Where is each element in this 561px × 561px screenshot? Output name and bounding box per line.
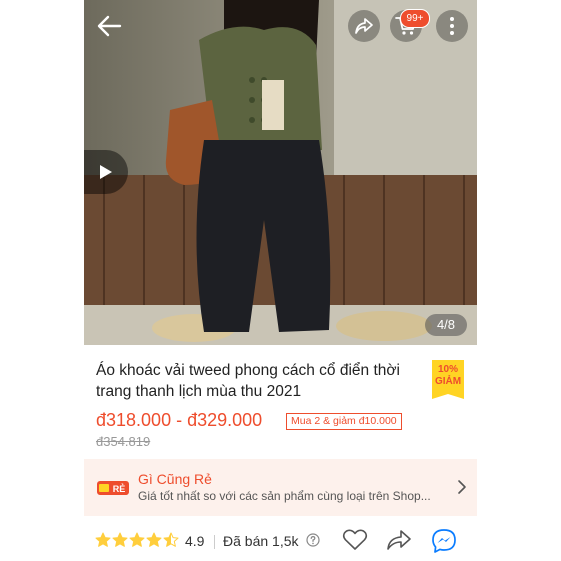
cheap-banner-title: Gì Cũng Rẻ: [138, 471, 212, 487]
product-photo: [84, 0, 477, 345]
cheap-price-banner[interactable]: RẺ Gì Cũng Rẻ Giá tốt nhất so với các sả…: [84, 459, 477, 516]
cheap-logo-icon: RẺ: [97, 481, 129, 495]
original-price: đ354.819: [96, 434, 151, 449]
share-icon[interactable]: [386, 528, 412, 552]
sold-count: Đã bán 1,5k: [223, 533, 299, 549]
play-video-button[interactable]: [84, 150, 128, 194]
product-detail-screen: 99+ 4/8 Áo khoác vải tweed phong cách cổ…: [84, 0, 477, 561]
rating-value: 4.9: [185, 533, 205, 549]
back-arrow-icon: [97, 15, 122, 37]
share-icon: [355, 18, 373, 34]
messenger-icon[interactable]: [431, 528, 457, 554]
chevron-right-icon: [458, 480, 466, 494]
discount-percent: 10%: [437, 364, 458, 375]
product-title: Áo khoác vải tweed phong cách cổ điển th…: [96, 362, 400, 400]
product-image-gallery[interactable]: 99+ 4/8: [84, 0, 477, 345]
more-options-button[interactable]: [436, 10, 468, 42]
rating-stars: [95, 532, 180, 548]
heart-icon[interactable]: [342, 528, 368, 552]
star-icon: [95, 532, 111, 547]
play-icon: [100, 165, 112, 179]
price-range: đ318.000 - đ329.000: [96, 410, 263, 430]
star-icon: [163, 532, 179, 547]
discount-badge: 10% GIẢM: [432, 360, 464, 399]
share-button[interactable]: [348, 10, 380, 42]
cheap-banner-subtitle: Giá tốt nhất so với các sản phẩm cùng lo…: [138, 489, 431, 503]
bundle-promo-tag[interactable]: Mua 2 & giảm đ10.000: [286, 413, 402, 430]
cheap-logo-text: RẺ: [113, 483, 126, 494]
discount-label: GIẢM: [434, 376, 462, 387]
star-icon: [112, 532, 128, 547]
more-icon: [450, 17, 454, 35]
divider: [214, 535, 215, 549]
cart-count-badge: 99+: [400, 9, 430, 28]
star-icon: [146, 532, 162, 547]
rating-row: 4.9 Đã bán 1,5k: [84, 523, 477, 557]
image-page-indicator: 4/8: [425, 314, 467, 336]
star-icon: [129, 532, 145, 547]
back-button[interactable]: [92, 8, 128, 44]
help-icon[interactable]: [306, 533, 320, 547]
